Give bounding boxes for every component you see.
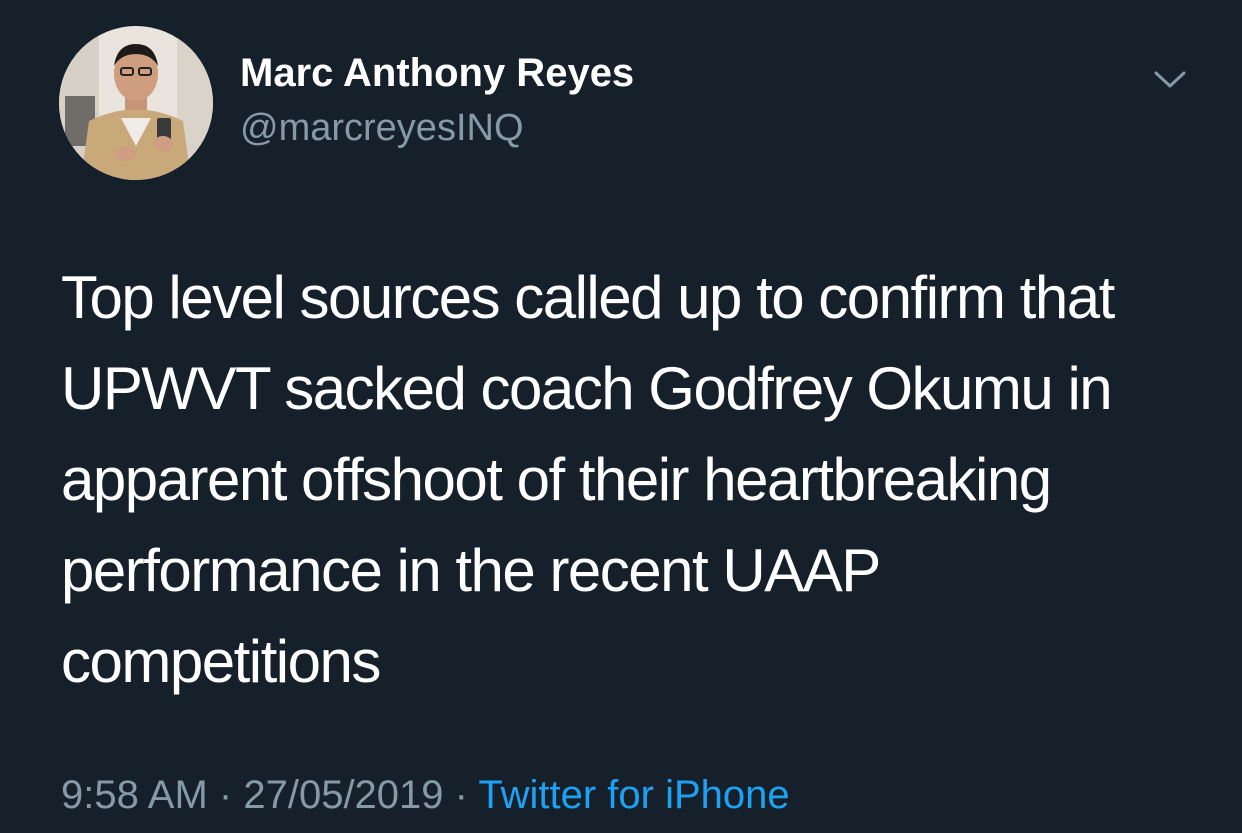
tweet-date[interactable]: 27/05/2019 (243, 773, 443, 817)
author-display-name[interactable]: Marc Anthony Reyes (240, 50, 634, 96)
avatar-photo (59, 26, 213, 180)
tweet-source-link[interactable]: Twitter for iPhone (478, 773, 789, 817)
tweet-metadata: 9:58 AM · 27/05/2019 · Twitter for iPhon… (61, 770, 790, 820)
avatar[interactable] (59, 26, 213, 180)
tweet-text-line: apparent offshoot of their heartbreaking (61, 446, 1052, 513)
tweet-card: Marc Anthony Reyes @marcreyesINQ Top lev… (0, 0, 1242, 833)
tweet-time[interactable]: 9:58 AM (61, 773, 208, 817)
chevron-down-icon (1154, 71, 1186, 88)
author-handle[interactable]: @marcreyesINQ (240, 106, 524, 150)
separator-dot: · (218, 773, 233, 817)
tweet-text-line: competitions (61, 628, 381, 695)
tweet-text-line: Top level sources called up to confirm t… (61, 264, 1115, 331)
tweet-text-line: performance in the recent UAAP (61, 537, 881, 604)
tweet-text-line: UPWVT sacked coach Godfrey Okumu in (61, 355, 1113, 422)
tweet-menu-button[interactable] (1150, 64, 1190, 94)
separator-dot: · (454, 773, 468, 817)
tweet-text: Top level sources called up to confirm t… (61, 252, 1201, 707)
